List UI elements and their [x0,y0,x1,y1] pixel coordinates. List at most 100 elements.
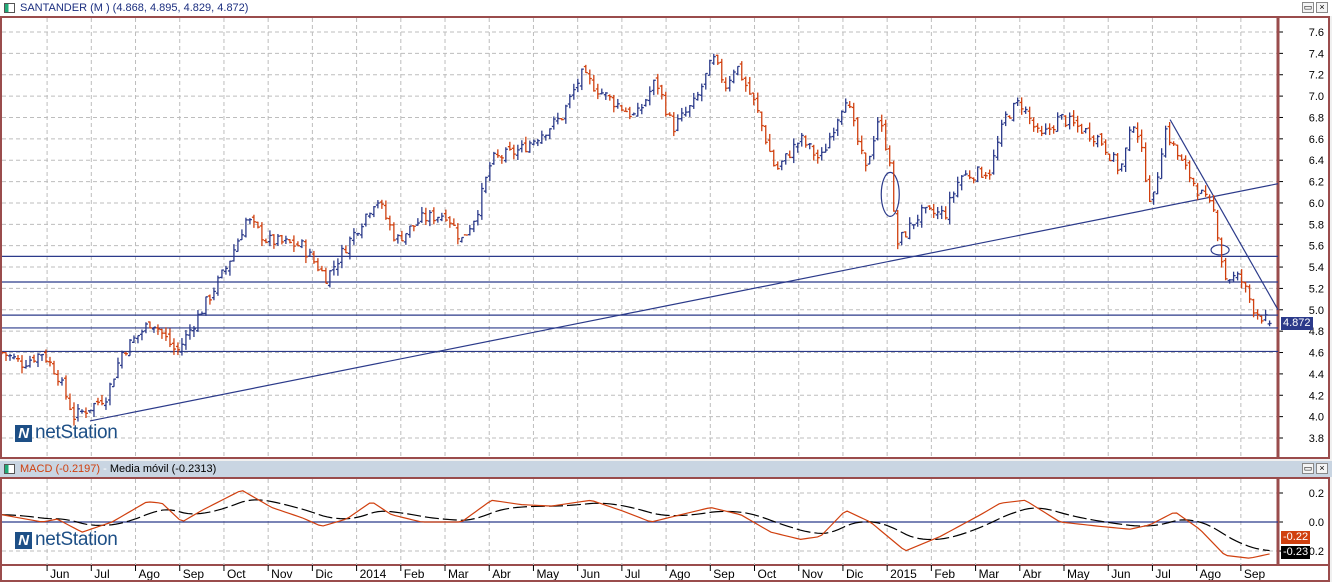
ohlc-bar [979,166,984,178]
ohlc-bar [1247,284,1252,303]
ohlc-bar [527,140,532,153]
ohlc-bar [203,296,208,316]
ohlc-bar [767,133,772,153]
ohlc-bar [763,125,768,145]
ohlc-bar [187,324,192,340]
price-chart[interactable]: 7.6 7.4 7.2 7.0 6.8 6.6 6.4 6.2 6.0 5.8 5.6 5.4 5.2 5… [2,18,1328,457]
ohlc-bar [1095,134,1100,148]
ohlc-bar [691,92,696,109]
ohlc-bar [863,152,868,172]
ohlc-bar [687,105,692,117]
ohlc-bar [431,207,436,225]
ohlc-bar [567,94,572,109]
ohlc-bar [611,94,616,113]
ohlc-bar [771,149,776,167]
ohlc-bar [127,339,132,357]
ohlc-bar [651,79,656,96]
ohlc-bar [1195,183,1200,201]
ohlc-bar [19,355,24,374]
trendline [1169,119,1279,311]
price-tick-label: 5.4 [1309,262,1324,274]
ohlc-bar [103,397,108,410]
ohlc-bar [55,369,60,386]
ohlc-bar [371,206,376,218]
ohlc-bar [1067,112,1072,130]
ohlc-bar [251,214,256,228]
ohlc-bar [367,212,372,219]
macd-chart[interactable]: 0.20.0-0.2Jun Jul Ago Sep Oct Nov Dic 2014 Feb Ma… [2,479,1328,580]
ohlc-bar [907,217,912,240]
ohlc-bar [871,135,876,160]
ohlc-bar [183,329,188,350]
price-tick-label: 7.0 [1309,91,1324,103]
ohlc-bar [59,377,64,386]
ohlc-bar [819,147,824,161]
ohlc-bar [39,353,44,361]
ohlc-bar [51,360,56,375]
price-tick-label: 5.2 [1309,283,1324,295]
ohlc-bar [283,235,288,245]
ohlc-bar [915,214,920,227]
signal-title: Media móvil (-0.2313) [109,463,217,475]
ohlc-bar [923,206,928,214]
ohlc-bar [155,324,160,335]
ohlc-bar [827,132,832,149]
ohlc-bar [135,334,140,344]
ohlc-bar [615,98,620,109]
ohlc-bar [607,94,612,101]
ohlc-bar [855,117,860,146]
ohlc-bar [803,135,808,148]
macd-tick-label: 0.0 [1309,517,1324,529]
ohlc-bar [1131,126,1136,133]
price-tick-label: 7.6 [1309,27,1324,39]
price-tick-label: 4.2 [1309,390,1324,402]
price-tick-label: 6.0 [1309,198,1324,210]
ohlc-bar [935,207,940,220]
macd-close-button[interactable]: × [1316,463,1328,474]
ohlc-bar [1015,97,1020,106]
ohlc-bar [1203,185,1208,197]
ohlc-bar [315,258,320,272]
ohlc-bar [775,161,780,170]
ohlc-bar [1031,117,1036,132]
ohlc-bar [1003,111,1008,127]
ohlc-bar [983,172,988,180]
macd-panel[interactable]: 0.2 0.0 -0.2 Jun Jul Ago Sep Oct Nov Dic 2014 Feb Ma… [0,477,1330,582]
ohlc-bar [231,244,236,262]
ohlc-bar [623,107,628,113]
macd-tick-label: 0.2 [1309,488,1324,500]
ohlc-bar [811,144,816,161]
ohlc-bar [1135,122,1140,143]
month-label: 2014 [360,567,387,580]
month-label: Jul [1155,567,1170,580]
ohlc-bar [115,357,120,379]
ohlc-bar [999,119,1004,147]
ohlc-bar [499,155,504,164]
ohlc-bar [1075,115,1080,133]
month-label: Jun [50,567,69,580]
ohlc-bar [387,215,392,231]
price-panel[interactable]: 7.6 7.4 7.2 7.0 6.8 6.6 6.4 6.2 6.0 5.8 5.6 5.4 5.2 5… [0,16,1330,459]
annotation-ellipse [880,171,900,217]
ohlc-bar [751,92,756,106]
macd-restore-button[interactable]: ▭ [1302,463,1314,474]
ohlc-bar [391,222,396,242]
ohlc-bar [743,76,748,92]
close-button[interactable]: × [1316,2,1328,13]
ohlc-bar [543,134,548,141]
restore-button[interactable]: ▭ [1302,2,1314,13]
month-label: Sep [183,567,205,580]
price-tick-label: 5.8 [1309,219,1324,231]
price-tick-label: 6.6 [1309,134,1324,146]
macd-value-tag: -0.22 [1281,531,1311,544]
month-label: Oct [758,567,777,580]
ohlc-bar [1143,142,1148,183]
ohlc-bar [1055,112,1060,133]
ohlc-bar [815,149,820,164]
ohlc-bar [259,222,264,247]
ohlc-bar [899,231,904,246]
ohlc-bar [1011,102,1016,122]
month-label: 2015 [890,567,917,580]
ohlc-bar [239,229,244,241]
ohlc-bar [467,224,472,236]
